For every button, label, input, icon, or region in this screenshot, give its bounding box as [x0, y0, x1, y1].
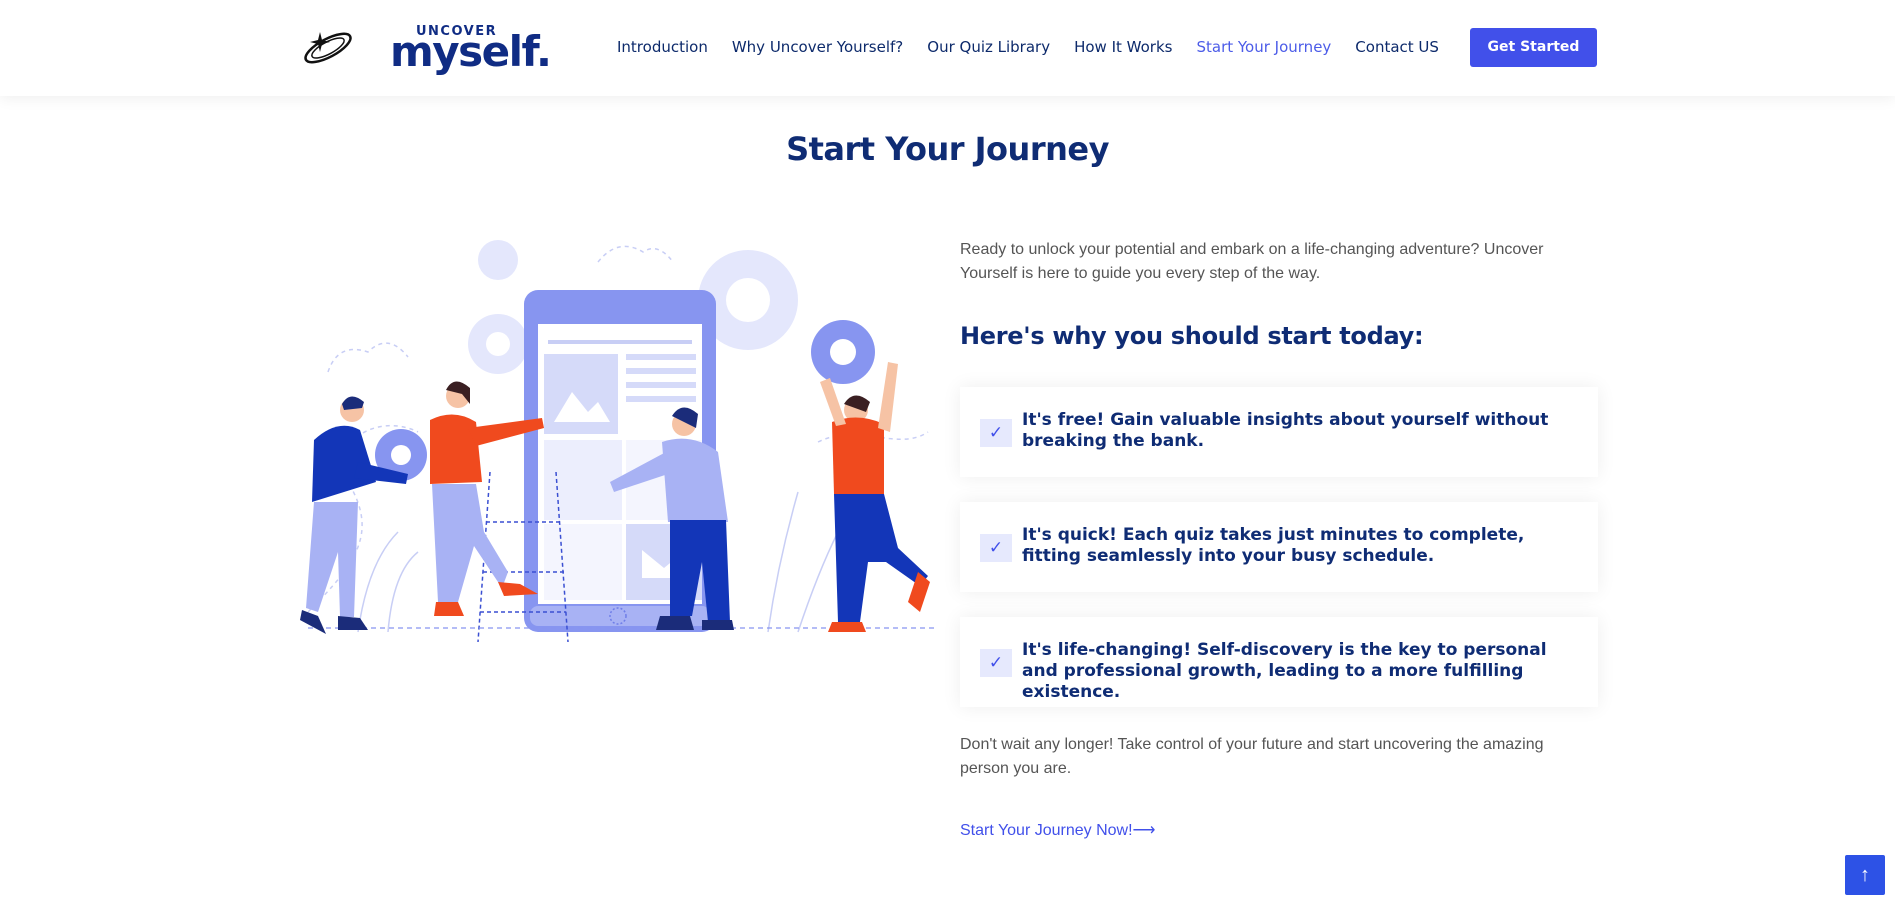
- reason-card: ✓ It's free! Gain valuable insights abou…: [960, 387, 1598, 477]
- section-title: Start Your Journey: [786, 130, 1109, 168]
- reason-text: It's life-changing! Self-discovery is th…: [1022, 640, 1547, 702]
- site-logo[interactable]: UNCOVER myself.: [390, 22, 552, 76]
- start-journey-link-label: Start Your Journey Now!: [960, 822, 1133, 839]
- arrow-right-icon: ⟶: [1132, 822, 1156, 839]
- orbit-logo-icon[interactable]: [300, 26, 356, 68]
- reason-text: It's free! Gain valuable insights about …: [1022, 410, 1549, 451]
- nav-why-uncover-yourself[interactable]: Why Uncover Yourself?: [732, 36, 903, 58]
- nav-contact-us[interactable]: Contact US: [1355, 36, 1439, 58]
- outro-paragraph: Don't wait any longer! Take control of y…: [960, 736, 1544, 777]
- nav-introduction[interactable]: Introduction: [617, 36, 708, 58]
- main-nav: Introduction Why Uncover Yourself? Our Q…: [617, 36, 1463, 58]
- why-heading: Here's why you should start today:: [960, 322, 1424, 350]
- scroll-to-top-button[interactable]: ↑: [1845, 855, 1885, 895]
- team-building-app-illustration: [300, 240, 938, 643]
- check-icon: ✓: [980, 419, 1012, 447]
- site-header: UNCOVER myself. Introduction Why Uncover…: [0, 0, 1895, 96]
- reason-card: ✓ It's life-changing! Self-discovery is …: [960, 617, 1598, 707]
- logo-wordmark: myself.: [390, 27, 552, 76]
- nav-start-your-journey[interactable]: Start Your Journey: [1196, 36, 1331, 58]
- start-journey-link[interactable]: Start Your Journey Now!⟶: [960, 820, 1155, 840]
- intro-paragraph: Ready to unlock your potential and embar…: [960, 241, 1544, 282]
- check-icon: ✓: [980, 649, 1012, 677]
- get-started-button[interactable]: Get Started: [1470, 28, 1597, 67]
- reason-text: It's quick! Each quiz takes just minutes…: [1022, 525, 1525, 566]
- reason-card: ✓ It's quick! Each quiz takes just minut…: [960, 502, 1598, 592]
- arrow-up-icon: ↑: [1860, 864, 1870, 886]
- check-icon: ✓: [980, 534, 1012, 562]
- nav-our-quiz-library[interactable]: Our Quiz Library: [927, 36, 1050, 58]
- nav-how-it-works[interactable]: How It Works: [1074, 36, 1172, 58]
